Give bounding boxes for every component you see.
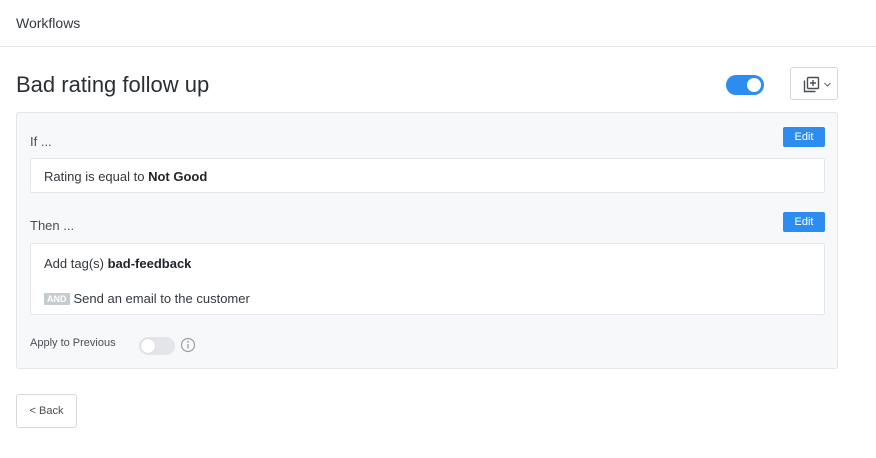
- duplicate-dropdown-button[interactable]: [790, 67, 838, 100]
- page-title: Bad rating follow up: [16, 72, 210, 97]
- action-add-tag-prefix: Add tag(s): [44, 256, 104, 271]
- action-tag-value: bad-feedback: [107, 256, 192, 271]
- condition-value: Not Good: [148, 169, 208, 184]
- workflow-enabled-toggle[interactable]: [726, 75, 764, 95]
- and-badge: AND: [44, 293, 70, 305]
- apply-previous-label: Apply to Previous: [30, 337, 116, 349]
- if-section-label: If ...: [30, 134, 52, 149]
- condition-card: Rating is equal to Not Good: [30, 158, 825, 193]
- then-section-label: Then ...: [30, 218, 75, 233]
- toggle-knob: [141, 339, 155, 353]
- apply-previous-toggle[interactable]: [139, 337, 175, 355]
- workflow-panel: [16, 112, 838, 369]
- back-button[interactable]: < Back: [16, 394, 77, 428]
- duplicate-icon: [803, 76, 820, 93]
- actions-card: Add tag(s) bad-feedback AND Send an email…: [30, 243, 825, 315]
- breadcrumb-workflows[interactable]: Workflows: [16, 15, 80, 31]
- action-add-tag: Add tag(s) bad-feedback: [44, 256, 191, 271]
- edit-conditions-button[interactable]: Edit: [783, 127, 825, 147]
- toggle-knob: [747, 78, 761, 92]
- condition-rule: Rating is equal to Not Good: [44, 169, 207, 184]
- condition-prefix: Rating is equal to: [44, 169, 145, 184]
- top-bar: Workflows: [0, 0, 876, 47]
- chevron-down-icon: [824, 82, 831, 87]
- edit-actions-button[interactable]: Edit: [783, 212, 825, 232]
- info-icon[interactable]: [180, 337, 196, 353]
- action-send-email: AND Send an email to the customer: [44, 291, 250, 306]
- action-send-email-text: Send an email to the customer: [73, 291, 250, 306]
